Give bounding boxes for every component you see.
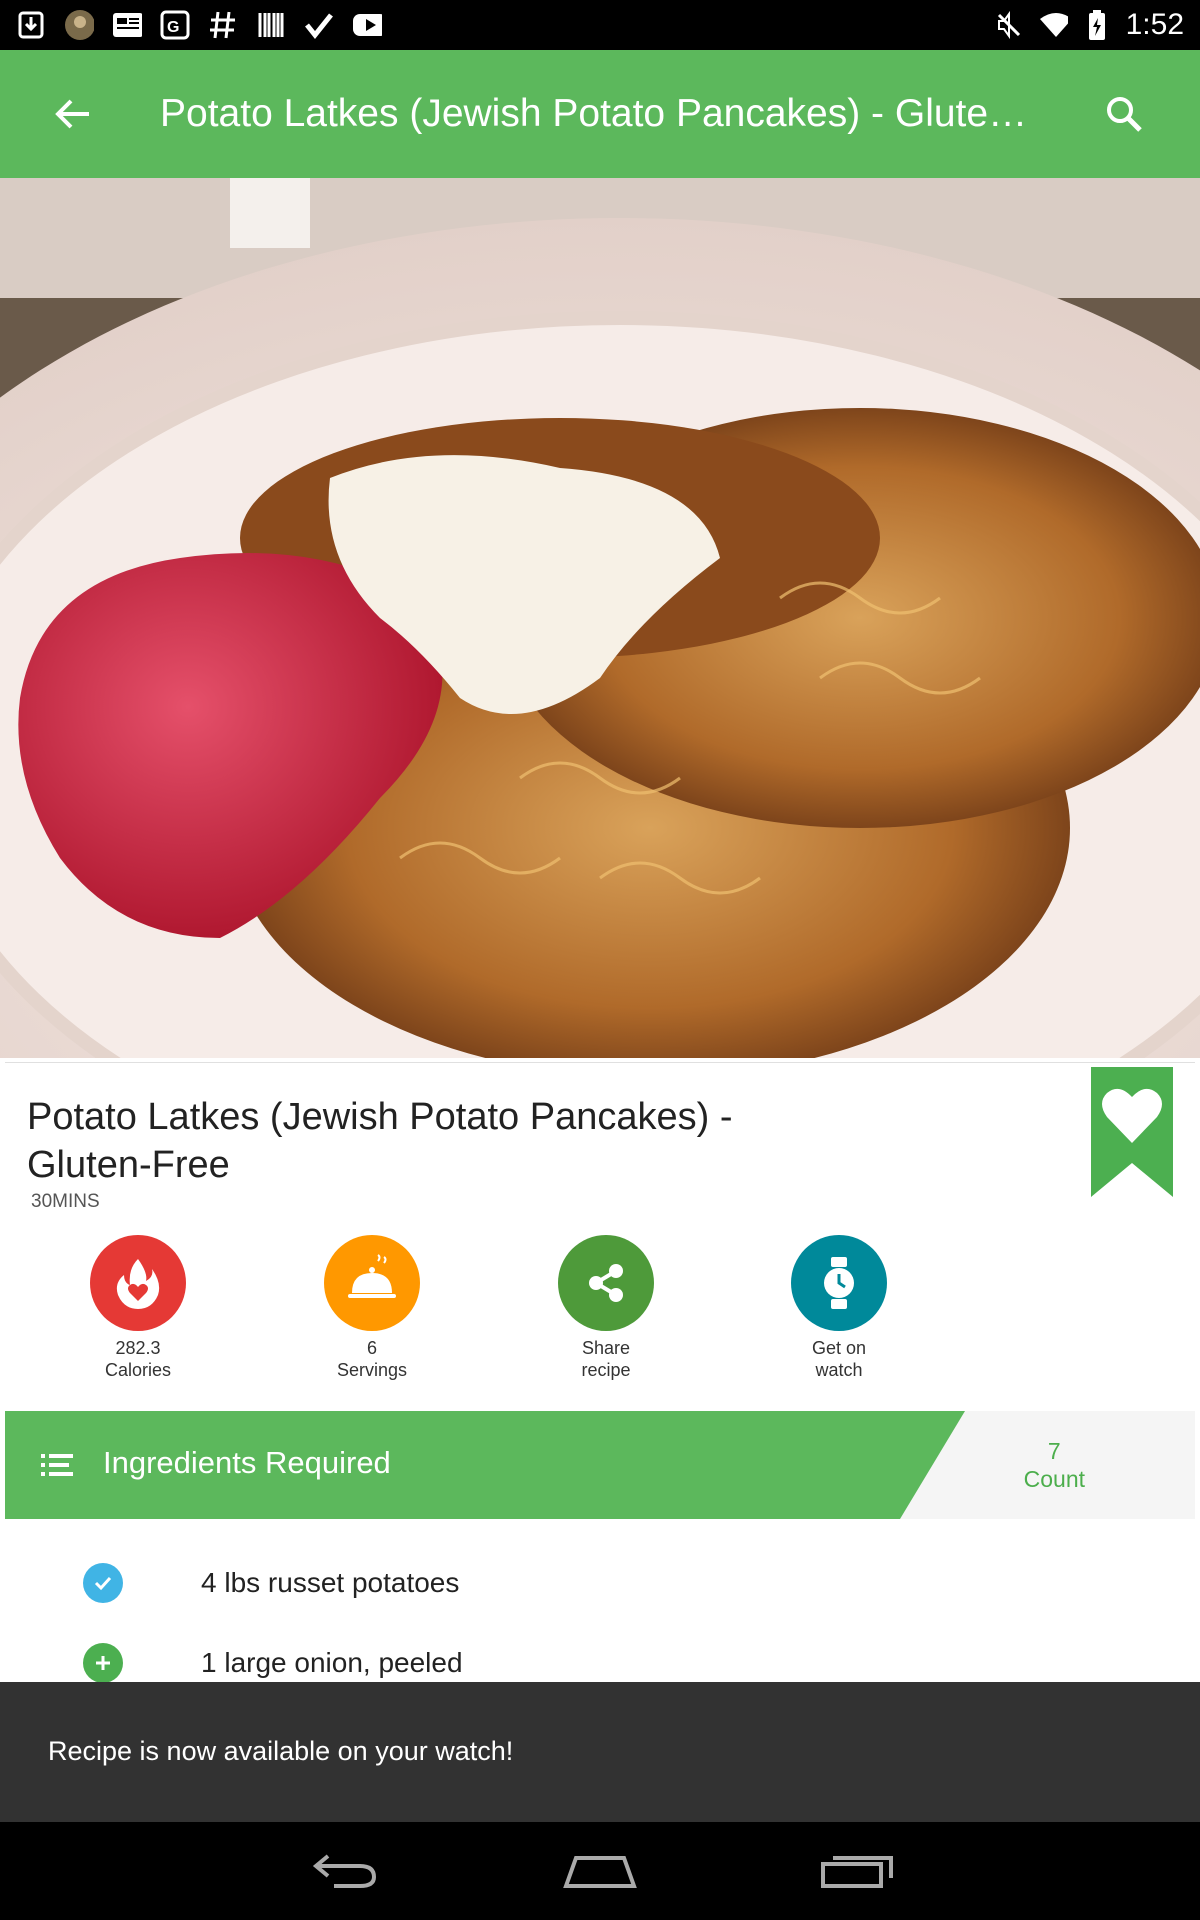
home-nav-icon [563, 1856, 637, 1888]
recipe-time: 30MINS [31, 1191, 100, 1212]
search-button[interactable] [1092, 82, 1156, 146]
back-nav-icon [312, 1854, 377, 1888]
recipe-photo [0, 178, 1200, 1058]
nav-home-button[interactable] [555, 1840, 645, 1900]
recipe-title: Potato Latkes (Jewish Potato Pancakes) -… [27, 1096, 733, 1186]
favorite-button[interactable] [1091, 1067, 1173, 1197]
watch-label-line1: Get on [811, 1338, 867, 1358]
ingredient-text: 4 lbs russet potatoes [201, 1567, 460, 1598]
battery-icon [1082, 10, 1112, 40]
app-bar: Potato Latkes (Jewish Potato Pancakes) -… [0, 50, 1200, 178]
share-icon [558, 1235, 654, 1331]
cloche-icon [324, 1235, 420, 1331]
share-label-line2: recipe [581, 1360, 631, 1380]
maps-icon: G [160, 10, 190, 40]
barcode-icon [256, 10, 286, 40]
youtube-icon [352, 10, 382, 40]
heart-bookmark-icon [1091, 1067, 1173, 1197]
ingredients-count-label: Count [1023, 1466, 1085, 1492]
nav-back-button[interactable] [300, 1840, 390, 1900]
snackbar-message: Recipe is now available on your watch! [48, 1736, 514, 1766]
ingredients-title: Ingredients Required [103, 1445, 391, 1480]
snackbar: Recipe is now available on your watch! [0, 1682, 1200, 1822]
recipe-stats: 282.3 Calories 6 Servings Share recipe G… [5, 1235, 945, 1385]
calories-value: 282.3 [115, 1338, 161, 1358]
calories-stat: 282.3 Calories [58, 1235, 218, 1381]
share-recipe-button[interactable]: Share recipe [526, 1235, 686, 1381]
hashtag-icon [208, 10, 238, 40]
calories-label: Calories [104, 1360, 172, 1380]
mute-icon [994, 10, 1024, 40]
news-icon [112, 10, 142, 40]
list-icon [39, 1447, 75, 1483]
search-icon [1107, 97, 1142, 132]
status-bar: G 1:52 [0, 0, 1200, 50]
ingredients-count: 7 Count [1024, 1437, 1085, 1493]
servings-value: 6 [366, 1338, 377, 1358]
watch-label-line2: watch [815, 1360, 863, 1380]
watch-icon [791, 1235, 887, 1331]
ingredients-count-value: 7 [1047, 1438, 1061, 1464]
checkmark-icon [304, 10, 334, 40]
add-icon[interactable] [83, 1643, 123, 1683]
checked-icon[interactable] [83, 1563, 123, 1603]
arrow-back-icon [55, 99, 89, 129]
flame-heart-icon [90, 1235, 186, 1331]
share-label-line1: Share [581, 1338, 631, 1358]
recipe-card: Potato Latkes (Jewish Potato Pancakes) -… [5, 1062, 1195, 1683]
ingredient-item[interactable]: 4 lbs russet potatoes [5, 1551, 1195, 1621]
system-nav-bar [0, 1822, 1200, 1920]
back-button[interactable] [36, 78, 108, 150]
avatar-icon [64, 10, 94, 40]
wifi-icon [1038, 10, 1068, 40]
servings-stat: 6 Servings [292, 1235, 452, 1381]
ingredients-header: Ingredients Required 7 Count [5, 1411, 1195, 1519]
recents-nav-icon [821, 1856, 893, 1888]
svg-text:G: G [167, 19, 179, 36]
notification-icons: G [16, 10, 382, 40]
app-bar-title: Potato Latkes (Jewish Potato Pancakes) -… [160, 92, 1028, 135]
system-status: 1:52 [994, 8, 1184, 42]
clock: 1:52 [1125, 8, 1184, 41]
nav-recents-button[interactable] [812, 1840, 902, 1900]
download-icon [16, 10, 46, 40]
servings-label: Servings [336, 1360, 408, 1380]
ingredient-text: 1 large onion, peeled [201, 1647, 463, 1678]
get-on-watch-button[interactable]: Get on watch [759, 1235, 919, 1381]
